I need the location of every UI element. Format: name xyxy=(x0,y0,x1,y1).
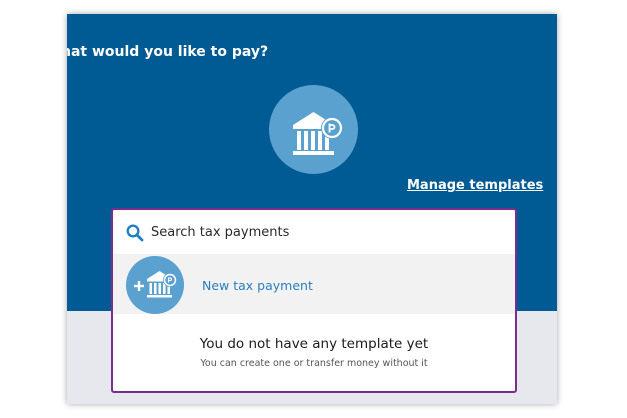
search-bar xyxy=(113,210,515,254)
manage-templates-link[interactable]: Manage templates xyxy=(407,178,543,193)
empty-state-title: You do not have any template yet xyxy=(199,336,429,352)
add-bank-payment-icon xyxy=(126,256,184,314)
search-input[interactable] xyxy=(151,221,491,243)
template-search-card: New tax payment You do not have any temp… xyxy=(111,208,517,393)
empty-state-subtitle: You can create one or transfer money wit… xyxy=(200,358,428,369)
new-tax-payment-item[interactable]: New tax payment xyxy=(113,254,515,314)
new-tax-payment-label: New tax payment xyxy=(202,278,313,293)
payment-window: hat would you like to pay? Manage templa… xyxy=(67,14,557,404)
bank-payment-icon xyxy=(269,85,358,174)
page-title: hat would you like to pay? xyxy=(67,44,269,60)
search-icon xyxy=(126,224,144,242)
